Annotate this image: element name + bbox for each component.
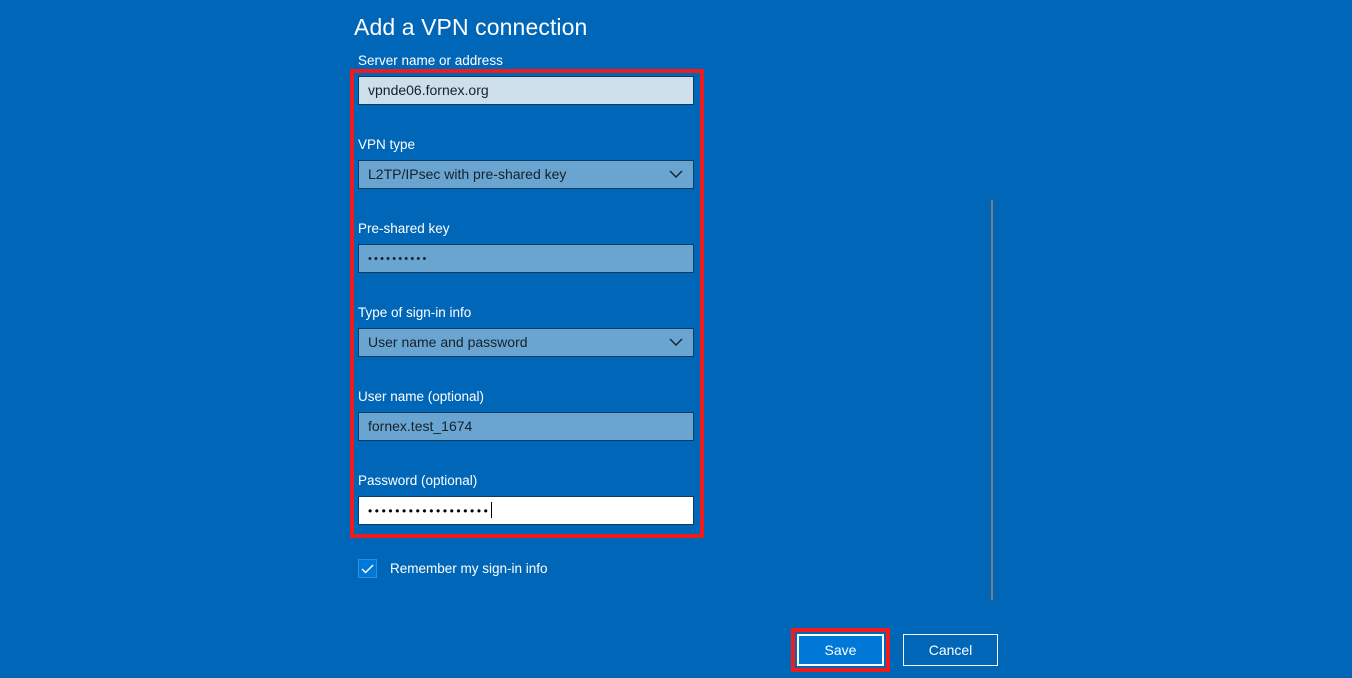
chevron-down-icon bbox=[669, 329, 683, 356]
field-label-preshared-key: Pre-shared key bbox=[358, 221, 450, 236]
preshared-key-input[interactable]: •••••••••• bbox=[358, 244, 694, 273]
password-value: •••••••••••••••••• bbox=[368, 503, 491, 518]
signin-type-select[interactable]: User name and password bbox=[358, 328, 694, 357]
vpn-type-select[interactable]: L2TP/IPsec with pre-shared key bbox=[358, 160, 694, 189]
page-title: Add a VPN connection bbox=[354, 14, 588, 40]
user-name-input[interactable]: fornex.test_1674 bbox=[358, 412, 694, 441]
cancel-button[interactable]: Cancel bbox=[903, 634, 998, 666]
save-button[interactable]: Save bbox=[797, 634, 884, 666]
remember-signin-checkbox[interactable] bbox=[358, 559, 377, 578]
vertical-scrollbar[interactable] bbox=[991, 200, 993, 600]
field-label-password: Password (optional) bbox=[358, 473, 478, 488]
field-signin-type: Type of sign-in info User name and passw… bbox=[358, 304, 694, 357]
field-user-name: User name (optional) fornex.test_1674 bbox=[358, 388, 694, 441]
remember-signin-row[interactable]: Remember my sign-in info bbox=[358, 559, 548, 578]
signin-type-value: User name and password bbox=[368, 334, 528, 350]
field-label-vpn-type: VPN type bbox=[358, 137, 416, 152]
field-label-signin-type: Type of sign-in info bbox=[358, 305, 472, 320]
field-password: Password (optional) •••••••••••••••••• bbox=[358, 472, 694, 525]
checkmark-icon bbox=[361, 563, 374, 574]
field-vpn-type: VPN type L2TP/IPsec with pre-shared key bbox=[358, 136, 694, 189]
add-vpn-connection-dialog: Add a VPN connection Server name or addr… bbox=[0, 0, 1352, 678]
server-name-value: vpnde06.fornex.org bbox=[368, 82, 489, 98]
remember-signin-label: Remember my sign-in info bbox=[390, 561, 548, 576]
field-label-server-name: Server name or address bbox=[358, 53, 503, 68]
chevron-down-icon bbox=[669, 161, 683, 188]
vpn-type-value: L2TP/IPsec with pre-shared key bbox=[368, 166, 567, 182]
field-label-user-name: User name (optional) bbox=[358, 389, 485, 404]
server-name-input[interactable]: vpnde06.fornex.org bbox=[358, 76, 694, 105]
field-server-name: Server name or address vpnde06.fornex.or… bbox=[358, 52, 694, 105]
field-preshared-key: Pre-shared key •••••••••• bbox=[358, 220, 694, 273]
preshared-key-value: •••••••••• bbox=[368, 252, 429, 265]
user-name-value: fornex.test_1674 bbox=[368, 418, 473, 434]
text-caret bbox=[491, 502, 493, 518]
password-input[interactable]: •••••••••••••••••• bbox=[358, 496, 694, 525]
